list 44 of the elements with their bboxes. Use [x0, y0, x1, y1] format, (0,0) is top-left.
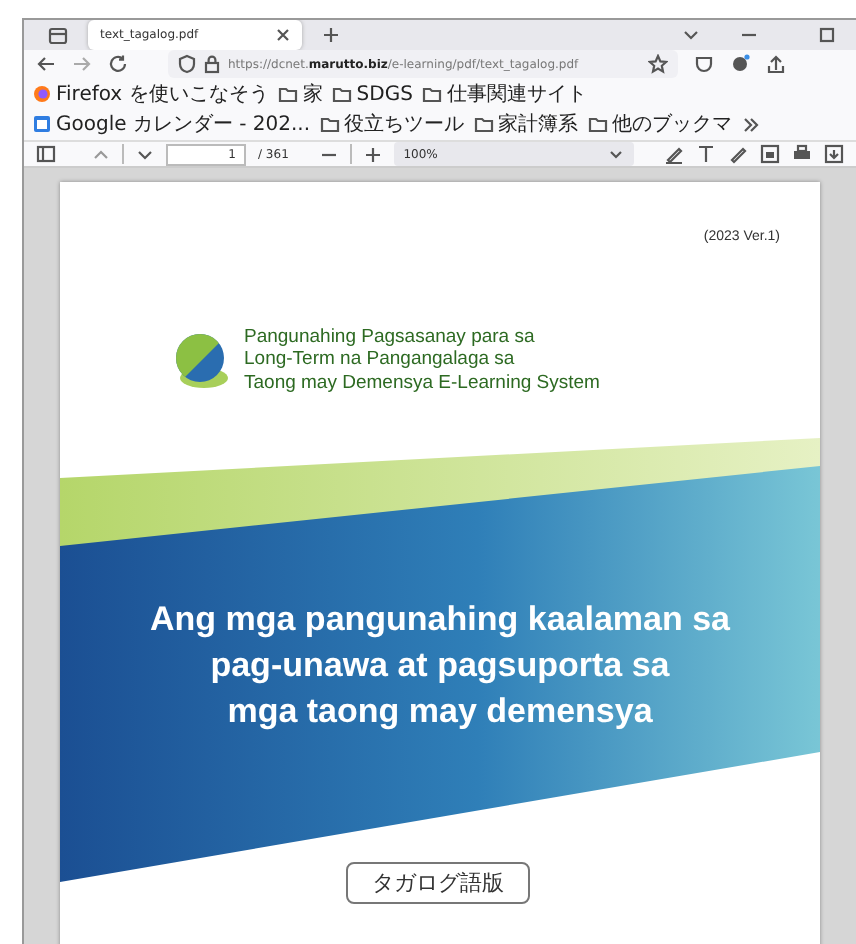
image-icon[interactable]: [760, 144, 781, 164]
text-tool-icon[interactable]: [696, 144, 717, 164]
chevron-down-icon[interactable]: [682, 26, 700, 44]
highlight-icon[interactable]: [664, 144, 685, 164]
folder-icon: [588, 114, 609, 134]
plus-icon[interactable]: [322, 26, 340, 44]
bookmark[interactable]: SDGS: [332, 83, 413, 105]
chevron-down-icon[interactable]: [136, 145, 154, 163]
pocket-icon[interactable]: [694, 54, 714, 74]
save-icon[interactable]: [824, 144, 845, 164]
folder-icon: [332, 84, 353, 104]
folder-icon: [422, 84, 443, 104]
program-title: Pangunahing Pagsasanay para sa Long-Term na Pangangalaga sa Taong may Demensya E-Learning System: [244, 326, 600, 395]
star-icon[interactable]: [648, 54, 668, 74]
calendar-icon: [32, 114, 52, 134]
print-icon[interactable]: [792, 144, 813, 164]
folder-icon: [474, 114, 495, 134]
cover-title: Ang mga pangunahing kaalaman sa pag-unawa at pagsuporta sa mga taong may demensya: [147, 598, 732, 734]
chevron-up-icon[interactable]: [92, 145, 110, 163]
zoom-in-icon[interactable]: [363, 145, 382, 163]
double-chevron-icon[interactable]: [742, 115, 761, 133]
firefox-icon: [32, 84, 52, 104]
folder-icon: [320, 114, 341, 134]
bookmark[interactable]: 家: [278, 80, 323, 108]
reload-icon[interactable]: [108, 54, 128, 74]
sidebar-toggle-icon[interactable]: [36, 144, 56, 164]
bookmark[interactable]: 他のブックマ: [588, 110, 733, 138]
lock-icon: [204, 54, 220, 74]
bookmark[interactable]: 仕事関連サイト: [422, 80, 587, 108]
bookmark[interactable]: Google カレンダー - 202...: [32, 110, 311, 138]
share-icon[interactable]: [766, 54, 786, 74]
edition-label: タガログ語版: [346, 862, 530, 904]
logo-icon: [172, 330, 232, 391]
chevron-down-icon: [607, 146, 624, 162]
bookmark[interactable]: 役立ちツール: [320, 110, 465, 138]
back-arrow-icon[interactable]: [36, 54, 56, 74]
shield-icon: [178, 54, 196, 74]
folder-icon: [278, 84, 299, 104]
maximize-icon[interactable]: [818, 26, 836, 44]
bookmark[interactable]: Firefox を使いこなそう: [32, 80, 269, 108]
close-icon[interactable]: [276, 28, 290, 42]
bookmark[interactable]: 家計簿系: [474, 110, 579, 138]
draw-icon[interactable]: [728, 144, 749, 164]
tab-list-icon[interactable]: [48, 25, 68, 45]
